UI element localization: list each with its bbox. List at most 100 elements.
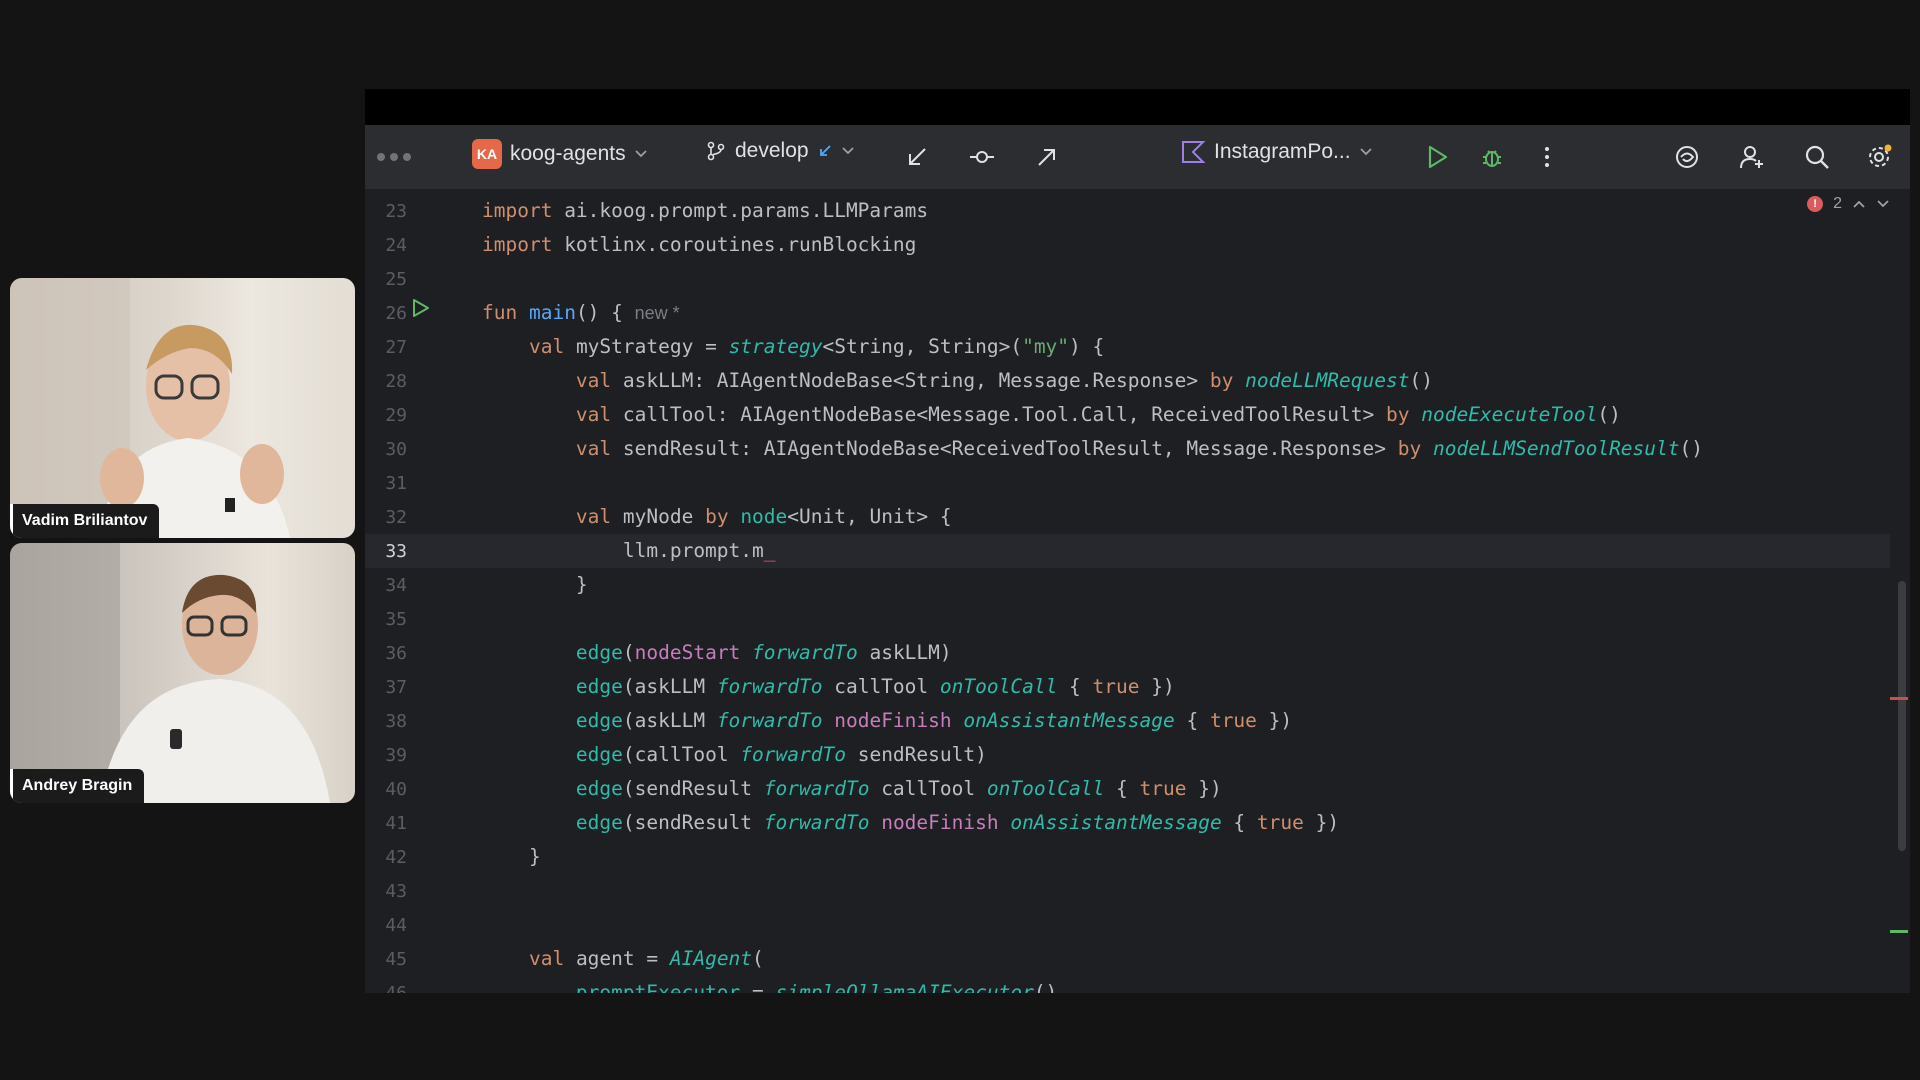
code-token: true bbox=[1139, 777, 1187, 800]
participant-name-tag: Vadim Briliantov bbox=[10, 504, 160, 538]
code-token: main bbox=[528, 301, 576, 324]
line-number: 36 bbox=[385, 643, 407, 664]
code-token: onAssistantMessage bbox=[1010, 811, 1222, 834]
branch-name: develop bbox=[735, 139, 809, 162]
code-token: (callTool bbox=[622, 743, 741, 766]
code-line: edge(sendResult forwardTo callTool onToo… bbox=[482, 772, 1222, 806]
code-token: new * bbox=[634, 303, 680, 323]
code-token: sendResult) bbox=[845, 743, 987, 766]
code-token: val bbox=[575, 437, 623, 460]
code-token: onToolCall bbox=[939, 675, 1058, 698]
line-number: 23 bbox=[385, 201, 407, 222]
run-configuration-selector[interactable]: InstagramPo... bbox=[1180, 139, 1373, 165]
code-token: callTool bbox=[822, 675, 940, 698]
search-icon[interactable] bbox=[1803, 143, 1831, 171]
problems-indicator[interactable]: ! 2 bbox=[1807, 195, 1890, 213]
code-token: fun bbox=[482, 301, 529, 324]
code-token: val bbox=[528, 335, 576, 358]
code-token: import bbox=[482, 233, 565, 256]
error-count: 2 bbox=[1833, 195, 1842, 212]
project-selector[interactable]: KA koog-agents bbox=[472, 139, 648, 169]
code-token: nodeLLMSendToolResult bbox=[1432, 437, 1680, 460]
code-token: true bbox=[1092, 675, 1140, 698]
run-config-icon bbox=[1182, 141, 1206, 163]
run-gutter-icon[interactable] bbox=[409, 297, 431, 319]
code-token: nodeStart bbox=[634, 641, 753, 664]
editor-scrollbar[interactable] bbox=[1898, 581, 1906, 851]
debug-icon[interactable] bbox=[1478, 143, 1506, 171]
code-token: (askLLM bbox=[622, 709, 717, 732]
code-token: () bbox=[1409, 369, 1433, 392]
commit-icon[interactable] bbox=[968, 143, 996, 171]
more-vert-icon[interactable] bbox=[1533, 143, 1561, 171]
line-number: 25 bbox=[385, 269, 407, 290]
chevron-down-icon bbox=[1359, 148, 1372, 156]
code-token: by bbox=[1397, 437, 1433, 460]
update-icon[interactable] bbox=[903, 143, 931, 171]
line-number: 43 bbox=[385, 881, 407, 902]
code-token: }) bbox=[1303, 811, 1340, 834]
code-token: _ bbox=[763, 539, 776, 562]
code-token: nodeExecuteTool bbox=[1421, 403, 1598, 426]
add-user-icon[interactable] bbox=[1738, 143, 1766, 171]
code-token: forwardTo bbox=[716, 675, 823, 698]
line-number: 37 bbox=[385, 677, 407, 698]
push-icon[interactable] bbox=[1033, 143, 1061, 171]
code-token: edge bbox=[575, 743, 623, 766]
code-token: AIAgent bbox=[669, 947, 753, 970]
webcam-tile-2: Andrey Bragin bbox=[10, 543, 355, 803]
line-number: 33 bbox=[385, 541, 407, 562]
code-line: val agent = AIAgent( bbox=[482, 942, 764, 976]
code-token: nodeFinish bbox=[834, 709, 952, 732]
code-token: strategy bbox=[728, 335, 823, 358]
code-token: ) { bbox=[1069, 335, 1105, 358]
code-line: promptExecutor = simpleOllamaAIExecutor(… bbox=[482, 976, 1069, 993]
line-number: 42 bbox=[385, 847, 407, 868]
code-token: onAssistantMessage bbox=[963, 709, 1175, 732]
branch-selector[interactable]: develop bbox=[705, 139, 855, 163]
line-number: 35 bbox=[385, 609, 407, 630]
code-token: { bbox=[1221, 811, 1257, 834]
code-line: val callTool: AIAgentNodeBase<Message.To… bbox=[482, 398, 1621, 432]
settings-icon[interactable] bbox=[1865, 143, 1893, 171]
code-token: ( bbox=[752, 947, 764, 970]
chevron-down-icon[interactable] bbox=[1876, 197, 1890, 211]
code-line: llm.prompt.m_ bbox=[482, 534, 776, 568]
chevron-up-icon[interactable] bbox=[1852, 197, 1866, 211]
code-token: { bbox=[1057, 675, 1093, 698]
branch-icon bbox=[707, 141, 725, 161]
line-number: 31 bbox=[385, 473, 407, 494]
code-token: }) bbox=[1256, 709, 1293, 732]
code-token: (), bbox=[1033, 981, 1070, 993]
code-token: forwardTo bbox=[752, 641, 858, 664]
code-token: edge bbox=[575, 709, 623, 732]
code-token: = bbox=[740, 981, 776, 993]
line-number: 24 bbox=[385, 235, 407, 256]
code-token: by bbox=[1386, 403, 1422, 426]
window-title-strip bbox=[365, 89, 1910, 125]
code-token: node bbox=[740, 505, 788, 528]
line-number: 29 bbox=[385, 405, 407, 426]
ai-assistant-icon[interactable] bbox=[1673, 143, 1701, 171]
code-token: edge bbox=[575, 641, 623, 664]
error-stripe-mark[interactable] bbox=[1890, 697, 1908, 700]
more-dots-icon[interactable] bbox=[377, 153, 411, 161]
code-token: () bbox=[1597, 403, 1621, 426]
main-toolbar: KA koog-agents develop InstagramPo... bbox=[365, 125, 1910, 189]
code-editor[interactable]: ! 2 23 import ai.koog.prompt.params.LLMPa… bbox=[365, 189, 1910, 993]
run-icon[interactable] bbox=[1423, 143, 1451, 171]
chevron-down-icon bbox=[634, 150, 647, 158]
chevron-down-icon bbox=[841, 147, 854, 155]
project-badge: KA bbox=[472, 139, 502, 169]
change-stripe-mark[interactable] bbox=[1890, 930, 1908, 933]
